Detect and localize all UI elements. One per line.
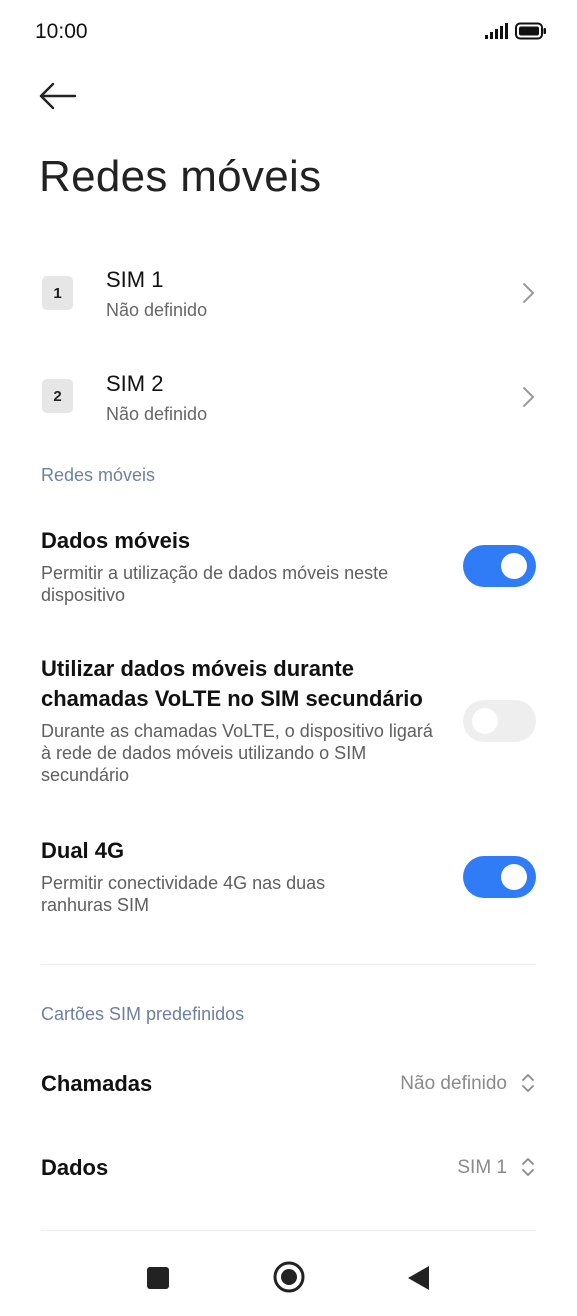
status-bar: 10:00 <box>0 0 577 64</box>
default-data-label: Dados <box>41 1155 109 1180</box>
square-recents-icon <box>147 1267 169 1289</box>
dual-4g-toggle[interactable] <box>463 856 536 898</box>
navigation-bar <box>0 1240 577 1316</box>
default-data-selector[interactable]: Dados SIM 1 <box>0 1138 577 1198</box>
chevron-right-icon <box>523 387 534 407</box>
signal-icon <box>485 23 508 39</box>
volte-data-toggle[interactable] <box>463 700 536 742</box>
divider <box>41 964 536 965</box>
default-calls-selector[interactable]: Chamadas Não definido <box>0 1054 577 1114</box>
setting-description: Durante as chamadas VoLTE, o dispositivo… <box>41 721 433 785</box>
divider <box>41 1230 536 1231</box>
battery-icon <box>515 22 546 40</box>
toggle-knob <box>501 864 527 890</box>
setting-title: Utilizar dados móveis durante chamadas V… <box>41 656 423 711</box>
setting-description: Permitir a utilização de dados móveis ne… <box>41 563 389 605</box>
chevron-right-icon <box>523 283 534 303</box>
setting-description: Permitir conectividade 4G nas duas ranhu… <box>41 873 326 915</box>
sim-card-icon: 2 <box>42 379 73 413</box>
page-title: Redes móveis <box>39 152 322 201</box>
sim-1-status: Não definido <box>106 300 208 320</box>
chevron-up-down-icon <box>522 1158 534 1176</box>
circle-home-icon <box>273 1261 305 1293</box>
triangle-back-icon <box>408 1266 429 1290</box>
section-header-mobile-networks: Redes móveis <box>41 465 156 485</box>
sim-1-title: SIM 1 <box>106 267 164 292</box>
setting-title: Dados móveis <box>41 528 191 553</box>
sim-1-item[interactable]: 1 SIM 1 Não definido <box>0 254 577 334</box>
sim-2-item[interactable]: 2 SIM 2 Não definido <box>0 358 577 438</box>
arrow-left-icon <box>39 82 77 110</box>
section-header-default-sims: Cartões SIM predefinidos <box>41 1004 245 1024</box>
status-time: 10:00 <box>35 20 88 43</box>
back-button[interactable] <box>38 78 78 114</box>
sim-card-icon: 1 <box>42 276 73 310</box>
default-data-value: SIM 1 <box>457 1157 507 1178</box>
default-calls-label: Chamadas <box>41 1071 153 1096</box>
status-icons <box>485 22 547 40</box>
toggle-knob <box>501 553 527 579</box>
default-calls-value: Não definido <box>400 1073 507 1094</box>
back-nav-button[interactable] <box>400 1260 436 1301</box>
setting-title: Dual 4G <box>41 838 125 863</box>
home-button[interactable] <box>270 1258 308 1301</box>
mobile-data-toggle[interactable] <box>463 545 536 587</box>
sim-2-title: SIM 2 <box>106 371 164 396</box>
recents-button[interactable] <box>140 1260 176 1301</box>
chevron-up-down-icon <box>522 1074 534 1092</box>
sim-2-status: Não definido <box>106 404 208 424</box>
toggle-knob <box>472 708 498 734</box>
